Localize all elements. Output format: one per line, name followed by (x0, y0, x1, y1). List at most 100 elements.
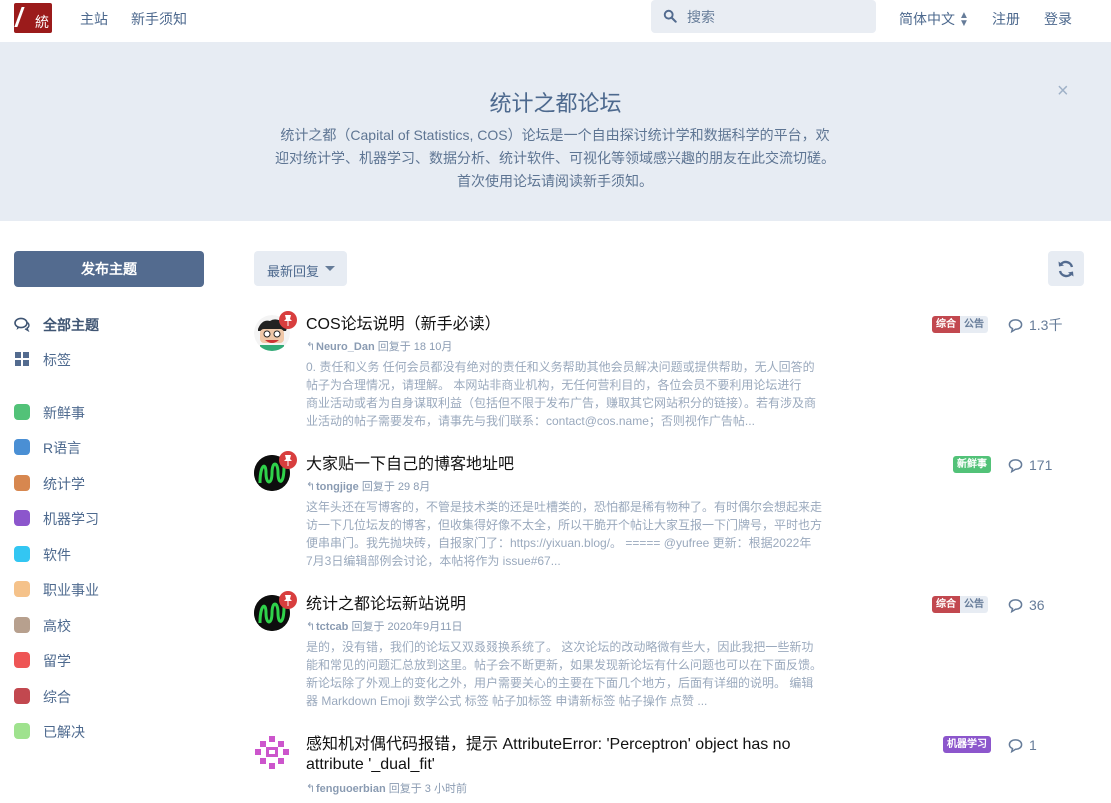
close-icon[interactable]: × (1057, 80, 1069, 103)
sidebar-tag-label: 已解决 (43, 724, 85, 740)
nav-guide-link[interactable]: 新手须知 (131, 9, 187, 29)
comment-icon (1008, 459, 1023, 474)
comment-icon (1008, 599, 1023, 614)
hero-description-line: 迎对统计学、机器学习、数据分析、统计软件、可视化等领域感兴趣的朋友在此交流切磋。 (275, 150, 835, 166)
welcome-hero: 统计之都论坛 统计之都（Capital of Statistics, COS）论… (0, 42, 1111, 221)
reply-icon: ↰ (306, 341, 316, 353)
discussion-title[interactable]: COS论坛说明（新手必读） (306, 315, 501, 335)
login-link[interactable]: 登录 (1044, 9, 1072, 29)
tag-color-swatch (14, 546, 30, 562)
reply-icon: ↰ (306, 783, 316, 795)
discussion-meta: ↰fenguoerbian 回复于 3 小时前 (306, 780, 467, 796)
hero-description-line: 首次使用论坛请阅读新手须知。 (457, 173, 653, 189)
user-avatar[interactable] (254, 735, 290, 771)
sidebar-tag-label: 新鲜事 (43, 405, 85, 421)
chevron-down-icon (325, 266, 335, 271)
sidebar-tag-label: 留学 (43, 653, 71, 669)
discussion-title[interactable]: 大家贴一下自己的博客地址吧 (306, 455, 514, 475)
discussion-author[interactable]: tongjige (316, 481, 359, 493)
sort-caret-icon: ▲ ▼ (959, 10, 969, 30)
comment-icon (1008, 319, 1023, 334)
discussion-reply-time: 回复于 3 小时前 (388, 783, 467, 795)
discussion-reply-time: 回复于 29 8月 (361, 481, 431, 493)
tag-color-swatch (14, 723, 30, 739)
reply-count: 171 (1008, 455, 1052, 475)
sort-dropdown[interactable]: 最新回复 (254, 251, 347, 286)
register-link[interactable]: 注册 (992, 9, 1020, 29)
reply-count-value: 1 (1029, 737, 1037, 753)
reply-count: 36 (1008, 595, 1045, 615)
sidebar-item-label: 全部主题 (43, 317, 99, 333)
reply-icon: ↰ (306, 621, 316, 633)
reply-count-value: 36 (1029, 597, 1045, 613)
language-label: 简体中文 (899, 11, 955, 27)
tag-badge[interactable]: 机器学习 (943, 736, 991, 753)
excerpt-line: 0. 责任和义务 任何会员都没有绝对的责任和义务帮助其他会员解决问题或提供帮助，… (306, 360, 815, 374)
excerpt-line: 业活动的帖子需要发布，请事先与我们联系：contact@cos.name；否则视… (306, 414, 755, 428)
discussion-reply-time: 回复于 18 10月 (377, 341, 453, 353)
discussion-title[interactable]: 统计之都论坛新站说明 (306, 595, 466, 615)
discussion-excerpt: 这年头还在写博客的，不管是技术类的还是吐槽类的，恐怕都是稀有物种了。有时偶尔会想… (306, 498, 826, 570)
tags-grid-icon (15, 352, 29, 366)
discussion-excerpt: 0. 责任和义务 任何会员都没有绝对的责任和义务帮助其他会员解决问题或提供帮助，… (306, 358, 826, 430)
discussion-meta: ↰tctcab 回复于 2020年9月11日 (306, 618, 463, 634)
excerpt-line: 这年头还在写博客的，不管是技术类的还是吐槽类的，恐怕都是稀有物种了。有时偶尔会想… (306, 500, 823, 514)
tag-color-swatch (14, 617, 30, 633)
discussion-title[interactable]: 感知机对偶代码报错，提示 AttributeError: 'Perceptron… (306, 735, 790, 775)
tag-badge[interactable]: 新鲜事 (953, 456, 991, 473)
excerpt-line: 新论坛除了外观上的变化之外，用户需要关心的主要在下面几个地方，后面有详细的说明。… (306, 676, 814, 690)
tag-color-swatch (14, 404, 30, 420)
sidebar-item-label: 标签 (43, 352, 71, 368)
excerpt-line: 能和常见的问题汇总放到这里。帖子会不断更新，如果发现新论坛有什么问题也可以在下面… (306, 658, 823, 672)
discussion-author[interactable]: tctcab (316, 621, 348, 633)
discussion-author[interactable]: fenguoerbian (316, 783, 386, 795)
sidebar-tag-label: 高校 (43, 618, 71, 634)
excerpt-line: 帖子为合理情况，请理解。 本网站非商业机构，无任何营利目的，各位会员不要利用论坛… (306, 378, 802, 392)
discussion-author[interactable]: Neuro_Dan (316, 341, 375, 353)
discussion-item[interactable]: COS论坛说明（新手必读） ↰Neuro_Dan 回复于 18 10月 0. 责… (254, 311, 1094, 435)
sidebar-tag-label: 职业事业 (43, 582, 99, 598)
tag-color-swatch (14, 439, 30, 455)
tag-color-swatch (14, 652, 30, 668)
excerpt-line: 访一下几位坛友的博客，但收集得好像不太全，所以干脆开个帖让大家互报一下门牌号，平… (306, 518, 823, 532)
pin-icon (279, 451, 297, 469)
sidebar-tag-label: 综合 (43, 689, 71, 705)
reply-count-value: 171 (1029, 457, 1053, 473)
pin-icon (279, 591, 297, 609)
hero-title: 统计之都论坛 (489, 91, 622, 116)
sidebar-tag-label: R语言 (43, 440, 82, 456)
search-box[interactable] (651, 0, 876, 33)
sort-label: 最新回复 (267, 264, 320, 279)
sidebar-tag-label: 软件 (43, 547, 71, 563)
hero-description: 统计之都（Capital of Statistics, COS）论坛是一个自由探… (245, 124, 865, 193)
tag-badge[interactable]: 公告 (960, 316, 988, 333)
discussion-item[interactable]: 统计之都论坛新站说明 ↰tctcab 回复于 2020年9月11日 是的，没有错… (254, 591, 1094, 715)
discussion-item[interactable]: 大家贴一下自己的博客地址吧 ↰tongjige 回复于 29 8月 这年头还在写… (254, 451, 1094, 575)
discussion-meta: ↰tongjige 回复于 29 8月 (306, 478, 430, 494)
site-logo[interactable]: 統 (14, 3, 52, 33)
discussion-title-line: attribute '_dual_fit' (306, 756, 435, 773)
new-discussion-button[interactable]: 发布主题 (14, 251, 204, 287)
excerpt-line: 是的，没有错，我们的论坛又双叒叕换系统了。 这次论坛的改动略微有些大，因此我把一… (306, 640, 814, 654)
reply-count: 1 (1008, 735, 1037, 755)
tag-badge[interactable]: 综合 (932, 316, 960, 333)
refresh-button[interactable] (1048, 251, 1084, 286)
reply-count: 1.3千 (1008, 315, 1062, 335)
discussion-excerpt: 是的，没有错，我们的论坛又双叒叕换系统了。 这次论坛的改动略微有些大，因此我把一… (306, 638, 826, 710)
excerpt-line: 7月3日编辑部例会讨论，本帖将作为 issue#67... (306, 554, 561, 568)
tag-color-swatch (14, 581, 30, 597)
language-selector[interactable]: 简体中文 ▲ ▼ (899, 9, 969, 29)
discussion-item[interactable]: 感知机对偶代码报错，提示 AttributeError: 'Perceptron… (254, 735, 1094, 803)
search-input[interactable] (685, 7, 869, 27)
excerpt-line: 商业活动或者为自身谋取利益（包括但不限于发布广告，赚取其它网站积分的链接）。若有… (306, 396, 817, 410)
tag-color-swatch (14, 688, 30, 704)
tag-color-swatch (14, 475, 30, 491)
nav-home-link[interactable]: 主站 (80, 9, 108, 29)
discussion-tags: 新鲜事 (953, 456, 991, 473)
sidebar-tag-label: 机器学习 (43, 511, 99, 527)
tag-badge[interactable]: 公告 (960, 596, 988, 613)
discussion-reply-time: 回复于 2020年9月11日 (351, 621, 463, 633)
tag-badge[interactable]: 综合 (932, 596, 960, 613)
reply-icon: ↰ (306, 481, 316, 493)
reply-count-value: 1.3千 (1029, 317, 1063, 333)
